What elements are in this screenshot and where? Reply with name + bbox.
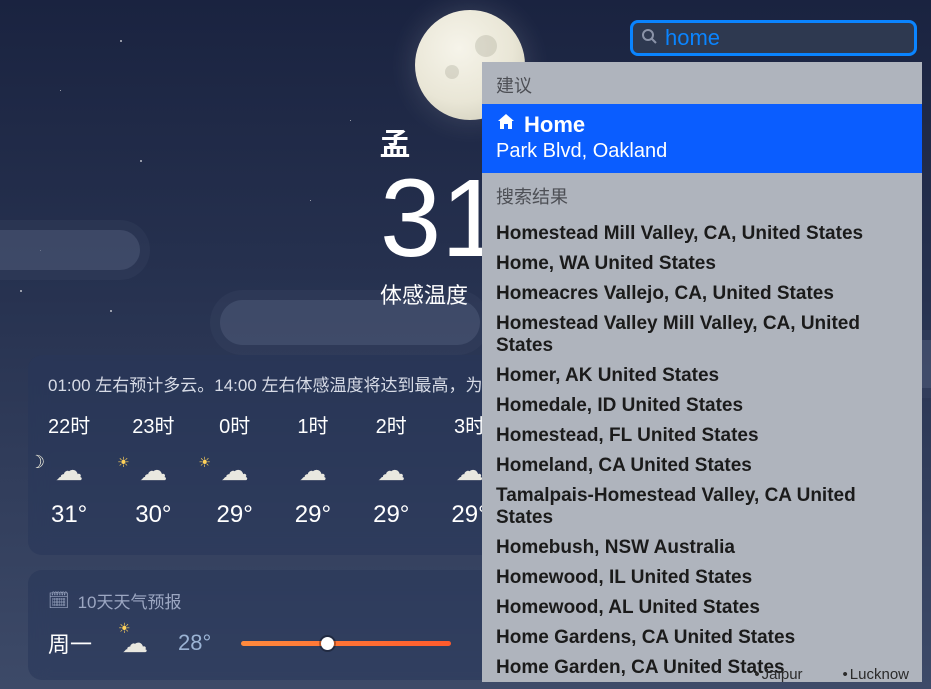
star-decoration xyxy=(20,290,22,292)
search-result-item[interactable]: Homestead, FL United States xyxy=(496,421,908,451)
search-result-item[interactable]: Homestead Valley Mill Valley, CA, United… xyxy=(496,309,908,361)
hour-column[interactable]: 0时 29° xyxy=(217,410,253,529)
hour-label: 1时 xyxy=(297,410,328,439)
hour-label: 3时 xyxy=(454,410,485,439)
hour-temp: 31° xyxy=(51,501,87,529)
hour-temp: 30° xyxy=(135,501,171,529)
location-search-field[interactable] xyxy=(630,20,917,56)
hour-column[interactable]: 22时 31° xyxy=(48,410,90,529)
map-city-labels: Jaipur Lucknow xyxy=(754,666,909,683)
hour-temp: 29° xyxy=(373,501,409,529)
search-result-item[interactable]: Homeacres Vallejo, CA, United States xyxy=(496,279,908,309)
search-results-list: Homestead Mill Valley, CA, United States… xyxy=(482,215,922,682)
search-result-item[interactable]: Home Gardens, CA United States xyxy=(496,623,908,653)
hour-column[interactable]: 23时 30° xyxy=(132,410,174,529)
star-decoration xyxy=(140,160,142,162)
day-low: 28° xyxy=(178,630,211,656)
search-result-item[interactable]: Homestead Mill Valley, CA, United States xyxy=(496,219,908,249)
calendar-icon: 🗓 xyxy=(48,591,70,611)
hour-label: 2时 xyxy=(376,410,407,439)
temp-range-bar xyxy=(241,641,451,646)
search-result-item[interactable]: Homebush, NSW Australia xyxy=(496,533,908,563)
hour-temp: 29° xyxy=(217,501,253,529)
search-result-item[interactable]: Home, WA United States xyxy=(496,249,908,279)
star-decoration xyxy=(110,310,112,312)
day-name: 周一 xyxy=(48,627,92,659)
home-icon xyxy=(496,112,516,138)
moon-cloud-icon xyxy=(52,453,86,487)
star-decoration xyxy=(60,90,61,91)
cloud-icon xyxy=(374,453,408,487)
sun-cloud-icon xyxy=(218,453,252,487)
star-decoration xyxy=(310,200,311,201)
cloud-graphic xyxy=(0,230,140,270)
tenday-title-text: 10天天气预报 xyxy=(78,588,182,613)
suggestion-home[interactable]: Home Park Blvd, Oakland xyxy=(482,104,922,173)
weather-app-window: 孟 31 体感温度 01:00 左右预计多云。14:00 左右体感温度将达到最高… xyxy=(0,0,931,689)
hour-column[interactable]: 2时 29° xyxy=(373,410,409,529)
search-result-item[interactable]: Homer, AK United States xyxy=(496,361,908,391)
suggestion-home-subtitle: Park Blvd, Oakland xyxy=(496,140,908,163)
suggestion-home-title: Home xyxy=(524,112,585,138)
hour-temp: 29° xyxy=(295,501,331,529)
results-header: 搜索结果 xyxy=(482,173,922,215)
hour-column[interactable]: 1时 29° xyxy=(295,410,331,529)
cloud-icon xyxy=(296,453,330,487)
star-decoration xyxy=(350,120,351,121)
map-label: Lucknow xyxy=(843,666,909,683)
search-suggestions-panel: 建议 Home Park Blvd, Oakland 搜索结果 Homestea… xyxy=(482,62,922,682)
hour-label: 23时 xyxy=(132,410,174,439)
search-result-item[interactable]: Homewood, IL United States xyxy=(496,563,908,593)
map-label: Jaipur xyxy=(754,666,802,683)
suggestions-header: 建议 xyxy=(482,62,922,104)
search-input[interactable] xyxy=(665,25,931,51)
hour-label: 0时 xyxy=(219,410,250,439)
sun-cloud-icon xyxy=(122,628,148,659)
search-result-item[interactable]: Homewood, AL United States xyxy=(496,593,908,623)
search-icon xyxy=(641,28,657,49)
search-result-item[interactable]: Homeland, CA United States xyxy=(496,451,908,481)
search-result-item[interactable]: Homedale, ID United States xyxy=(496,391,908,421)
search-result-item[interactable]: Tamalpais-Homestead Valley, CA United St… xyxy=(496,481,908,533)
star-decoration xyxy=(120,40,122,42)
temp-now-dot xyxy=(321,637,334,650)
sun-cloud-icon xyxy=(136,453,170,487)
hour-label: 22时 xyxy=(48,410,90,439)
